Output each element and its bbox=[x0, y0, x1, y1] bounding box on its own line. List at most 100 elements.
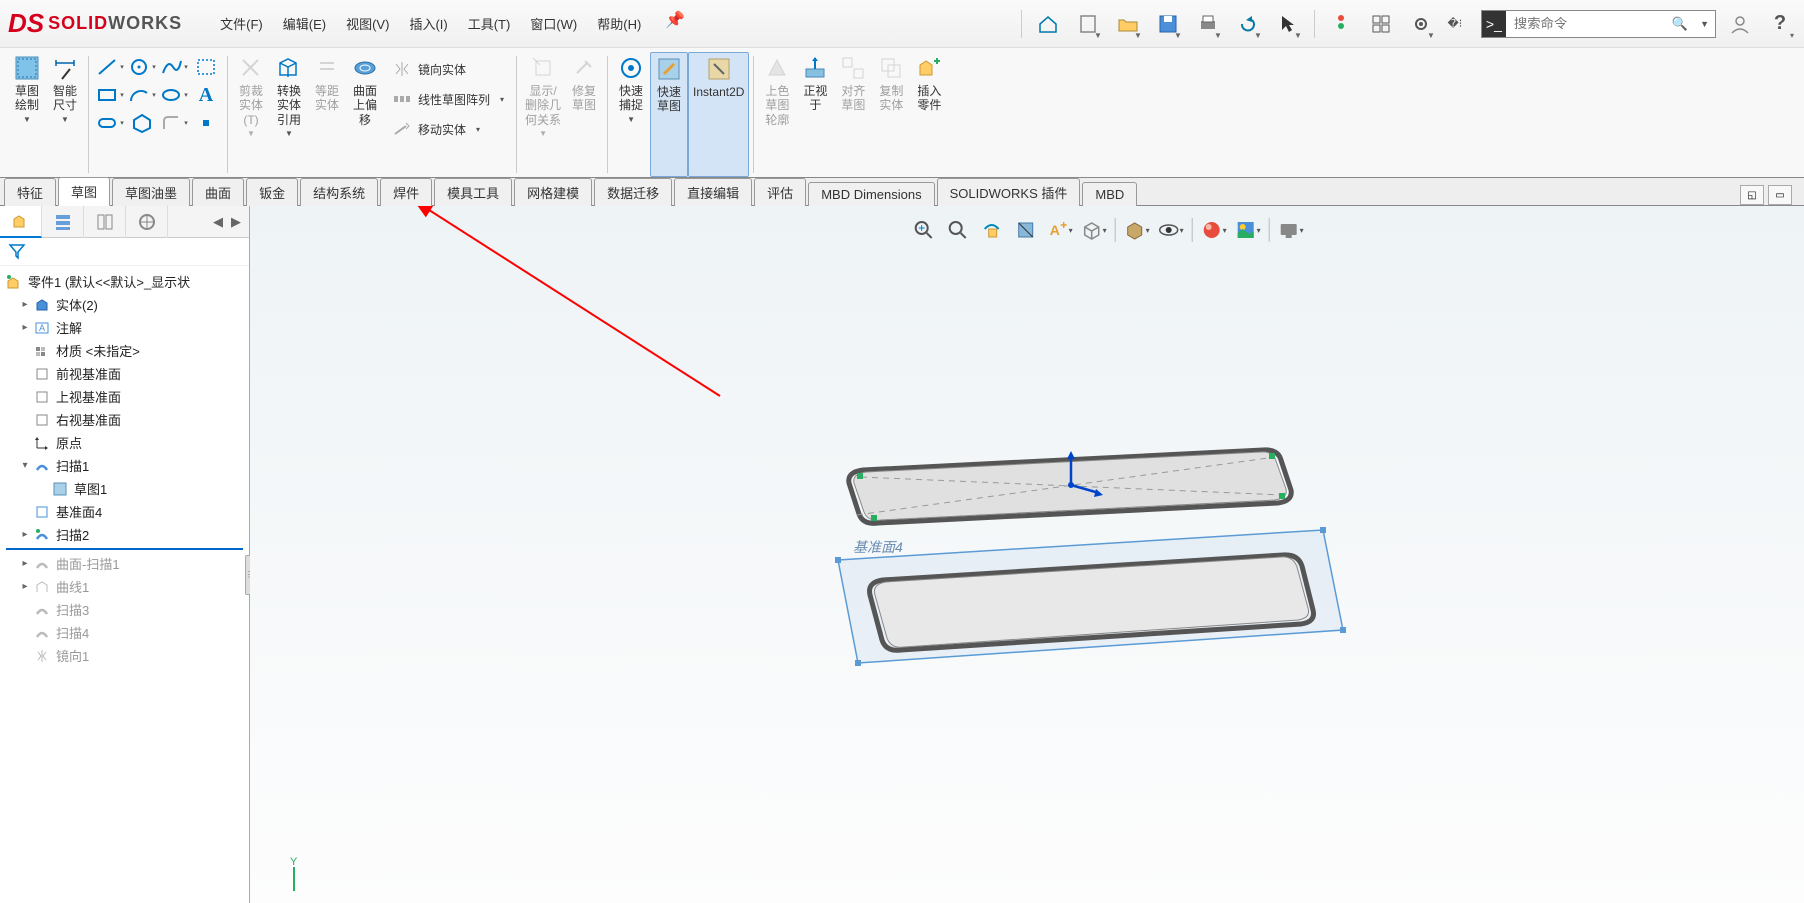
command-tab-bar: 特征 草图 草图油墨 曲面 钣金 结构系统 焊件 模具工具 网格建模 数据迁移 … bbox=[0, 178, 1804, 206]
tab-mesh[interactable]: 网格建模 bbox=[514, 178, 592, 206]
menu-help[interactable]: 帮助(H) bbox=[589, 10, 649, 37]
spline-tool[interactable]: ▾ bbox=[159, 54, 189, 80]
tree-annotations[interactable]: ▸A注解 bbox=[0, 316, 249, 339]
tree-mirror1[interactable]: 镜向1 bbox=[0, 644, 249, 667]
tree-nav-right[interactable]: ▶ bbox=[227, 212, 245, 232]
line-tool[interactable]: ▾ bbox=[95, 54, 125, 80]
previous-view-icon[interactable] bbox=[977, 216, 1007, 244]
tree-surface-sweep1[interactable]: ▸曲面-扫描1 bbox=[0, 552, 249, 575]
tab-solidworks-addins[interactable]: SOLIDWORKS 插件 bbox=[937, 178, 1081, 206]
tree-plane4[interactable]: 基准面4 bbox=[0, 500, 249, 523]
sketch-button[interactable]: 草图 绘制▼ bbox=[8, 52, 46, 177]
print-button[interactable]: ▼ bbox=[1192, 8, 1224, 40]
select-button[interactable]: ▼ bbox=[1272, 8, 1304, 40]
search-input[interactable] bbox=[1506, 16, 1666, 31]
tab-surfaces[interactable]: 曲面 bbox=[192, 178, 244, 206]
tree-origin[interactable]: 原点 bbox=[0, 431, 249, 454]
tree-material[interactable]: 材质 <未指定> bbox=[0, 339, 249, 362]
view-settings-icon[interactable]: ▾ bbox=[1276, 216, 1306, 244]
display-style-icon[interactable]: ▾ bbox=[1122, 216, 1152, 244]
tree-curve1[interactable]: ▸曲线1 bbox=[0, 575, 249, 598]
tab-data-migration[interactable]: 数据迁移 bbox=[594, 178, 672, 206]
quick-snap-button[interactable]: 快速 捕捉▼ bbox=[612, 52, 650, 177]
help-icon[interactable]: ?▾ bbox=[1764, 8, 1796, 40]
maximize-viewport-icon[interactable]: ▭ bbox=[1768, 185, 1792, 205]
slot-tool[interactable]: ▾ bbox=[95, 110, 125, 136]
menu-view[interactable]: 视图(V) bbox=[338, 10, 397, 37]
tab-mbd-dimensions[interactable]: MBD Dimensions bbox=[808, 182, 934, 206]
circle-tool[interactable]: ▾ bbox=[127, 54, 157, 80]
user-icon[interactable] bbox=[1724, 8, 1756, 40]
tab-mbd[interactable]: MBD bbox=[1082, 182, 1137, 206]
view-orientation-icon[interactable]: ▾ bbox=[1079, 216, 1109, 244]
tab-evaluate[interactable]: 评估 bbox=[754, 178, 806, 206]
search-icon[interactable]: 🔍 bbox=[1666, 16, 1694, 32]
rapid-sketch-button[interactable]: 快速 草图 bbox=[650, 52, 688, 177]
gear-icon[interactable]: ▼ bbox=[1405, 8, 1437, 40]
command-prompt-icon[interactable]: >_ bbox=[1482, 11, 1506, 37]
rectangle-select-tool[interactable] bbox=[191, 54, 221, 80]
tab-mold-tools[interactable]: 模具工具 bbox=[434, 178, 512, 206]
minimize-viewport-icon[interactable]: ◱ bbox=[1740, 185, 1764, 205]
undo-button[interactable]: ▼ bbox=[1232, 8, 1264, 40]
tree-sweep3[interactable]: 扫描3 bbox=[0, 598, 249, 621]
tab-direct-edit[interactable]: 直接编辑 bbox=[674, 178, 752, 206]
polygon-tool[interactable] bbox=[127, 110, 157, 136]
text-tool[interactable]: A bbox=[191, 82, 221, 108]
scene-icon[interactable]: ▾ bbox=[1233, 216, 1263, 244]
menu-edit[interactable]: 编辑(E) bbox=[275, 10, 334, 37]
ellipse-tool[interactable]: ▾ bbox=[159, 82, 189, 108]
dynamic-annotation-icon[interactable]: A▾ bbox=[1045, 216, 1075, 244]
normal-to-button[interactable]: 正视 于 bbox=[796, 52, 834, 177]
new-button[interactable]: ▼ bbox=[1072, 8, 1104, 40]
appearance-icon[interactable]: ▾ bbox=[1199, 216, 1229, 244]
menu-insert[interactable]: 插入(I) bbox=[401, 10, 455, 37]
tree-root[interactable]: 零件1 (默认<<默认>_显示状 bbox=[0, 270, 249, 293]
graphics-viewport[interactable]: A▾ ▾ ▾ ▾ ▾ ▾ ▾ bbox=[250, 206, 1804, 903]
open-button[interactable]: ▼ bbox=[1112, 8, 1144, 40]
pin-icon[interactable]: 📌 bbox=[665, 10, 685, 37]
menu-file[interactable]: 文件(F) bbox=[212, 10, 271, 37]
rectangle-tool[interactable]: ▾ bbox=[95, 82, 125, 108]
tab-structural[interactable]: 结构系统 bbox=[300, 178, 378, 206]
property-manager-tab[interactable] bbox=[42, 206, 84, 238]
dimxpert-tab[interactable] bbox=[126, 206, 168, 238]
search-dropdown-icon[interactable]: ▼ bbox=[1694, 19, 1715, 29]
point-tool[interactable] bbox=[191, 110, 221, 136]
instant2d-button[interactable]: Instant2D bbox=[688, 52, 749, 177]
tree-top-plane[interactable]: 上视基准面 bbox=[0, 385, 249, 408]
options-layout-icon[interactable] bbox=[1365, 8, 1397, 40]
tab-sketch[interactable]: 草图 bbox=[58, 177, 110, 206]
arc-tool[interactable]: ▾ bbox=[127, 82, 157, 108]
tree-right-plane[interactable]: 右视基准面 bbox=[0, 408, 249, 431]
hide-show-icon[interactable]: ▾ bbox=[1156, 216, 1186, 244]
tab-sketch-ink[interactable]: 草图油墨 bbox=[112, 178, 190, 206]
tab-sheet-metal[interactable]: 钣金 bbox=[246, 178, 298, 206]
menu-tools[interactable]: 工具(T) bbox=[460, 10, 519, 37]
tree-sweep1[interactable]: ▾扫描1 bbox=[0, 454, 249, 477]
tab-weldments[interactable]: 焊件 bbox=[380, 178, 432, 206]
restore-icon[interactable]: �⁝ bbox=[1445, 8, 1465, 40]
zoom-fit-icon[interactable] bbox=[909, 216, 939, 244]
tree-sweep4[interactable]: 扫描4 bbox=[0, 621, 249, 644]
zoom-area-icon[interactable] bbox=[943, 216, 973, 244]
traffic-light-icon[interactable] bbox=[1325, 8, 1357, 40]
feature-manager-tab[interactable] bbox=[0, 206, 42, 238]
tree-solid-bodies[interactable]: ▸实体(2) bbox=[0, 293, 249, 316]
tree-nav-left[interactable]: ◀ bbox=[209, 212, 227, 232]
save-button[interactable]: ▼ bbox=[1152, 8, 1184, 40]
tab-features[interactable]: 特征 bbox=[4, 178, 56, 206]
tree-sweep2[interactable]: ▸扫描2 bbox=[0, 523, 249, 546]
configuration-manager-tab[interactable] bbox=[84, 206, 126, 238]
insert-part-button[interactable]: 插入 零件 bbox=[910, 52, 948, 177]
tree-sketch1[interactable]: 草图1 bbox=[0, 477, 249, 500]
menu-window[interactable]: 窗口(W) bbox=[522, 10, 585, 37]
rollback-bar[interactable] bbox=[6, 548, 243, 550]
home-button[interactable] bbox=[1032, 8, 1064, 40]
funnel-icon[interactable] bbox=[8, 242, 26, 260]
smart-dimension-button[interactable]: 智能 尺寸▼ bbox=[46, 52, 84, 177]
tree-front-plane[interactable]: 前视基准面 bbox=[0, 362, 249, 385]
convert-entities-button[interactable]: 转换 实体 引用▼ bbox=[270, 52, 308, 177]
offset-on-surface-button[interactable]: 曲面 上偏 移 bbox=[346, 52, 384, 177]
section-view-icon[interactable] bbox=[1011, 216, 1041, 244]
